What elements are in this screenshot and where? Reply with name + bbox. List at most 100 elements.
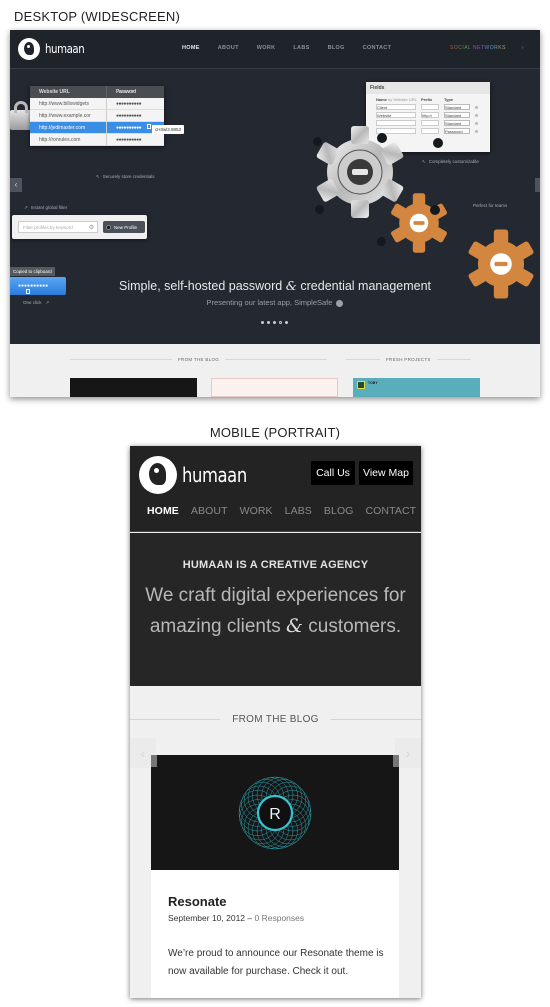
nav-contact[interactable]: CONTACT <box>365 505 416 517</box>
hero-line-2-post: customers. <box>308 616 402 637</box>
row-password: ●●●●●●●●●● <box>116 136 142 143</box>
hero-subtitle-text: Presenting our latest app, SimpleSafe <box>206 298 333 307</box>
hero-title-post: credential management <box>300 279 432 293</box>
table-row[interactable]: http://ronrules.com ●●●●●●●●●● <box>30 134 164 146</box>
field-prefix-input[interactable] <box>421 104 439 110</box>
nav-about[interactable]: ABOUT <box>218 45 239 51</box>
slider-dot[interactable] <box>273 321 276 324</box>
blog-thumb-sketch[interactable] <box>211 378 338 397</box>
slider-dot-active[interactable] <box>279 321 282 324</box>
table-row-selected[interactable]: http://jedimaster.com ●●●●●●●●●● <box>30 122 164 134</box>
social-text: SOCIAL NETWORKS <box>450 45 506 51</box>
post-title[interactable]: Resonate <box>168 894 227 909</box>
table-header: Website URL Password <box>30 86 164 98</box>
nav-home[interactable]: HOME <box>182 45 200 51</box>
desktop-header: humaan HOME ABOUT WORK LABS BLOG CONTACT… <box>10 30 540 69</box>
slider-dot[interactable] <box>261 321 264 324</box>
field-name-input[interactable]: Client <box>376 104 416 110</box>
view-map-button[interactable]: View Map <box>359 461 413 485</box>
logo-head-icon <box>18 38 40 60</box>
copy-icon[interactable] <box>147 124 152 129</box>
field-row: Website http:// Standard <box>366 110 490 118</box>
arrow-circle-icon[interactable] <box>336 299 344 307</box>
field-name-input[interactable]: Website <box>376 112 416 118</box>
col-name: Name by Website URL <box>376 97 421 102</box>
nav-about[interactable]: ABOUT <box>191 505 228 517</box>
post-responses-link[interactable]: 0 Responses <box>255 913 305 923</box>
project-thumb[interactable]: TOBY <box>353 378 480 397</box>
note-text: Instant global filter <box>30 205 68 210</box>
table-row[interactable]: http://www.billswidgets ●●●●●●●●●● <box>30 98 164 110</box>
post-image[interactable]: R <box>151 755 399 870</box>
field-prefix-input[interactable] <box>421 128 439 134</box>
filter-input[interactable]: Filter profiles by keyword ⚙ <box>18 221 98 233</box>
nav-blog[interactable]: BLOG <box>328 45 345 51</box>
nav-work[interactable]: WORK <box>257 45 276 51</box>
field-type-select[interactable]: Standard <box>444 112 470 118</box>
row-url: http://www.billswidgets <box>30 98 107 109</box>
hero-line-2: amazing clients & customers. <box>130 611 421 642</box>
blog-heading: FROM THE BLOG <box>130 714 421 725</box>
logo-text: humaan <box>45 42 85 56</box>
field-type-select[interactable]: Password <box>444 128 470 134</box>
field-type-select[interactable]: Standard <box>444 120 470 126</box>
blog-post-card: R Resonate September 10, 2012 – 0 Respon… <box>151 755 399 998</box>
post-meta: September 10, 2012 – 0 Responses <box>168 913 304 923</box>
slider-prev-button[interactable]: ‹ <box>10 178 22 192</box>
nav-blog[interactable]: BLOG <box>324 505 354 517</box>
section-blog-heading: FROM THE BLOG <box>70 357 328 362</box>
nav-labs[interactable]: LABS <box>285 505 312 517</box>
hero-line-2-pre: amazing clients <box>149 616 281 637</box>
remove-icon[interactable] <box>475 129 478 133</box>
row-password: ●●●●●●●●●● <box>116 100 142 107</box>
row-url: http://www.example.cor <box>30 110 107 121</box>
post-date: September 10, 2012 <box>168 913 246 923</box>
remove-icon[interactable] <box>475 105 478 109</box>
copied-tooltip: Copied to clipboard <box>10 267 55 276</box>
project-label: TOBY <box>368 381 378 385</box>
nav-labs[interactable]: LABS <box>293 45 309 51</box>
nav-work[interactable]: WORK <box>240 505 273 517</box>
logo[interactable]: humaan <box>139 456 261 494</box>
mobile-nav: HOME ABOUT WORK LABS BLOG CONTACT <box>147 505 421 517</box>
desktop-lower-section: FROM THE BLOG FRESH PROJECTS TOBY <box>10 344 540 397</box>
blog-heading-label: FROM THE BLOG <box>232 714 319 725</box>
slider-dot[interactable] <box>267 321 270 324</box>
gear-icon[interactable]: ⚙ <box>89 224 94 231</box>
field-prefix-input[interactable] <box>421 120 439 126</box>
blog-thumb-resonate[interactable] <box>70 378 197 397</box>
desktop-caption: DESKTOP (WIDESCREEN) <box>14 9 181 24</box>
table-row[interactable]: http://www.example.cor ●●●●●●●●●● <box>30 110 164 122</box>
logo-head-icon <box>139 456 177 494</box>
fields-header: Name by Website URL Prefix Type <box>366 94 490 102</box>
monitor-feature-icon <box>377 133 387 143</box>
slider-next-button[interactable] <box>535 178 540 192</box>
fields-title: Fields <box>366 82 490 94</box>
field-type-select[interactable]: Standard <box>444 104 470 110</box>
logo[interactable]: humaan <box>18 38 91 60</box>
wrench-feature-icon <box>377 237 386 246</box>
note-teams: Perfect for teams <box>473 203 508 208</box>
col-prefix: Prefix <box>421 97 433 102</box>
row-password: ●●●●●●●●●● <box>116 112 142 119</box>
social-links[interactable]: SOCIAL NETWORKS › <box>450 45 524 51</box>
curved-arrow-icon: ↗ <box>24 205 28 210</box>
remove-icon[interactable] <box>475 113 478 117</box>
row-url: http://ronrules.com <box>30 134 107 145</box>
hero-ampersand: & <box>286 615 303 637</box>
curved-arrow-icon: ↖ <box>96 174 100 179</box>
credentials-table: Website URL Password http://www.billswid… <box>30 86 164 146</box>
nav-contact[interactable]: CONTACT <box>363 45 392 51</box>
chevron-right-icon[interactable]: › <box>522 45 524 51</box>
mobile-hero: HUMAAN IS A CREATIVE AGENCY We craft dig… <box>130 533 421 686</box>
call-us-button[interactable]: Call Us <box>311 461 355 485</box>
field-prefix-input[interactable]: http:// <box>421 112 439 118</box>
hero-subtitle[interactable]: Presenting our latest app, SimpleSafe <box>10 298 540 307</box>
logo-text: humaan <box>182 463 247 487</box>
nav-home[interactable]: HOME <box>147 505 179 517</box>
note-instant-filter: ↗ Instant global filter <box>24 205 67 211</box>
remove-icon[interactable] <box>475 121 478 125</box>
calendar-feature-icon <box>433 138 443 148</box>
new-profile-button[interactable]: New Profile <box>103 221 145 233</box>
slider-dot[interactable] <box>285 321 288 324</box>
